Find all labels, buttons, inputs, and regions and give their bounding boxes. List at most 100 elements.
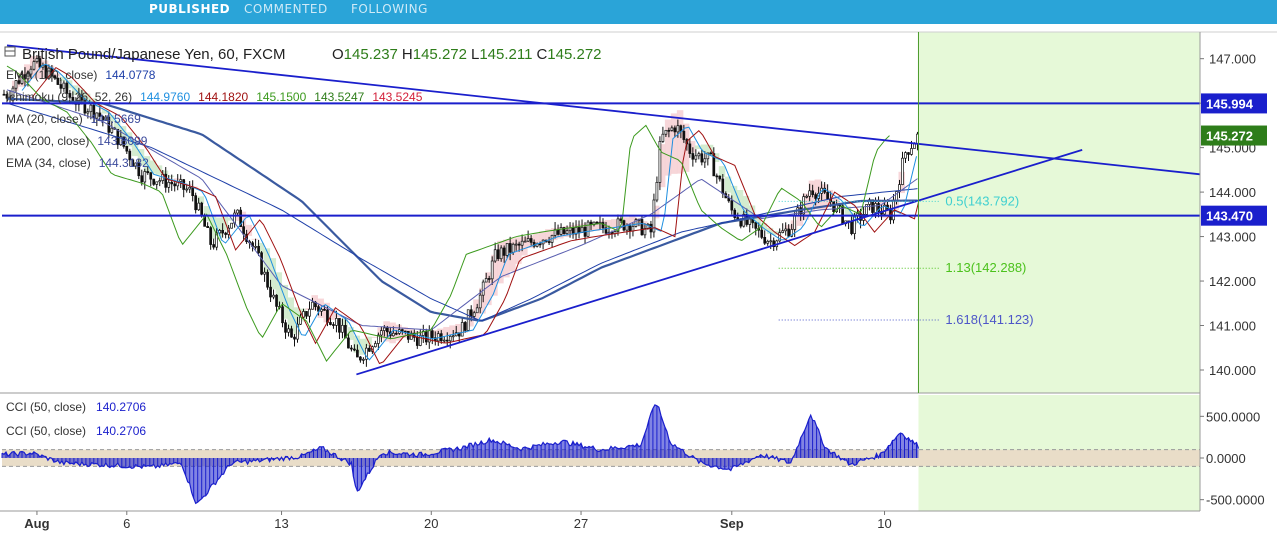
candle-body: [89, 104, 93, 113]
candle-body: [682, 130, 686, 140]
candle-body: [577, 227, 581, 233]
candle-body: [197, 202, 201, 211]
candle-body: [308, 308, 311, 317]
cci-legend-row: CCI (50, close) 140.2706: [6, 424, 146, 438]
candle-body: [311, 301, 314, 310]
candle-body: [257, 245, 260, 254]
candle-body: [191, 186, 195, 196]
candle-body: [493, 249, 497, 262]
candle-body: [59, 84, 63, 89]
candle-body: [904, 152, 907, 159]
candle-body: [697, 153, 701, 157]
candle-body: [284, 322, 287, 333]
candle-body: [508, 243, 512, 253]
candle-body: [760, 229, 764, 238]
candle-body: [362, 358, 365, 361]
candle-body: [224, 232, 227, 235]
candle-body: [622, 220, 626, 231]
candle-body: [179, 179, 183, 182]
candle-body: [2, 93, 6, 96]
candle-body: [356, 349, 359, 358]
level-price-label: 145.994: [1206, 96, 1254, 111]
cci-tick-label: -500.0000: [1206, 493, 1265, 508]
candle-body: [442, 339, 446, 342]
candle-body: [146, 171, 150, 174]
price-tick-label: 143.000: [1209, 230, 1256, 245]
cloud-segment: [251, 238, 259, 240]
candle-body: [338, 318, 341, 333]
candle-body: [466, 309, 470, 331]
candle-body: [865, 204, 868, 215]
candle-body: [721, 178, 725, 194]
candle-body: [212, 244, 215, 248]
candle-body: [158, 180, 162, 183]
candle-body: [266, 271, 269, 288]
candle-body: [236, 209, 239, 214]
candle-body: [140, 175, 144, 183]
candle-body: [391, 332, 395, 337]
time-tick-label: 20: [424, 516, 438, 531]
candle-body: [415, 336, 419, 346]
level-price-label: 143.470: [1206, 209, 1253, 224]
candle-body: [272, 294, 275, 298]
time-tick-label: 27: [574, 516, 588, 531]
candle-body: [424, 330, 428, 343]
candle-body: [619, 218, 623, 221]
candle-body: [667, 129, 671, 132]
candle-body: [155, 181, 159, 185]
candle-body: [386, 327, 389, 333]
candle-body: [149, 172, 153, 180]
indicator-legend-row: MA (200, close) 143.8099: [6, 134, 148, 148]
candle-body: [269, 286, 272, 298]
price-tick-label: 140.000: [1209, 363, 1256, 378]
candle-body: [526, 238, 530, 242]
candle-body: [793, 215, 797, 230]
candle-body: [335, 318, 338, 326]
candle-body: [170, 181, 174, 185]
candle-body: [814, 194, 817, 199]
candle-body: [511, 243, 515, 253]
candle-body: [299, 316, 302, 325]
time-tick-label: 6: [123, 516, 130, 531]
candle-body: [188, 186, 192, 190]
candle-body: [523, 240, 527, 243]
candle-body: [263, 271, 266, 275]
candle-body: [874, 203, 877, 213]
tab-commented[interactable]: COMMENTED: [244, 2, 328, 16]
candle-body: [353, 348, 356, 351]
candle-body: [173, 183, 177, 187]
candle-body: [763, 236, 767, 244]
cloud-segment: [173, 178, 181, 180]
tab-following[interactable]: FOLLOWING: [351, 2, 428, 16]
candle-body: [754, 222, 758, 229]
candle-body: [448, 335, 452, 342]
time-tick-label: 10: [877, 516, 891, 531]
candle-body: [347, 337, 350, 349]
candle-body: [571, 227, 575, 235]
candle-body: [484, 278, 488, 283]
candle-body: [281, 306, 284, 324]
candle-body: [781, 230, 785, 233]
candle-body: [275, 294, 278, 307]
candle-body: [700, 153, 704, 163]
candle-body: [403, 330, 407, 333]
cloud-segment: [155, 165, 163, 175]
candle-body: [640, 219, 644, 236]
candle-body: [715, 175, 719, 178]
candle-body: [499, 247, 503, 260]
candle-body: [359, 356, 362, 361]
candle-body: [811, 190, 814, 195]
candle-body: [769, 240, 773, 243]
candle-body: [901, 157, 904, 185]
candle-body: [290, 328, 293, 338]
candle-body: [826, 191, 829, 200]
price-chart[interactable]: 0.5(143.792)1.13(142.288)1.618(141.123) …: [0, 24, 1277, 535]
candle-body: [475, 307, 479, 314]
tab-published[interactable]: PUBLISHED: [149, 2, 230, 16]
candle-body: [368, 347, 371, 352]
candle-body: [350, 347, 353, 350]
candle-body: [718, 175, 722, 180]
time-tick-label: 13: [274, 516, 288, 531]
candle-body: [703, 158, 707, 163]
candle-body: [601, 222, 605, 229]
